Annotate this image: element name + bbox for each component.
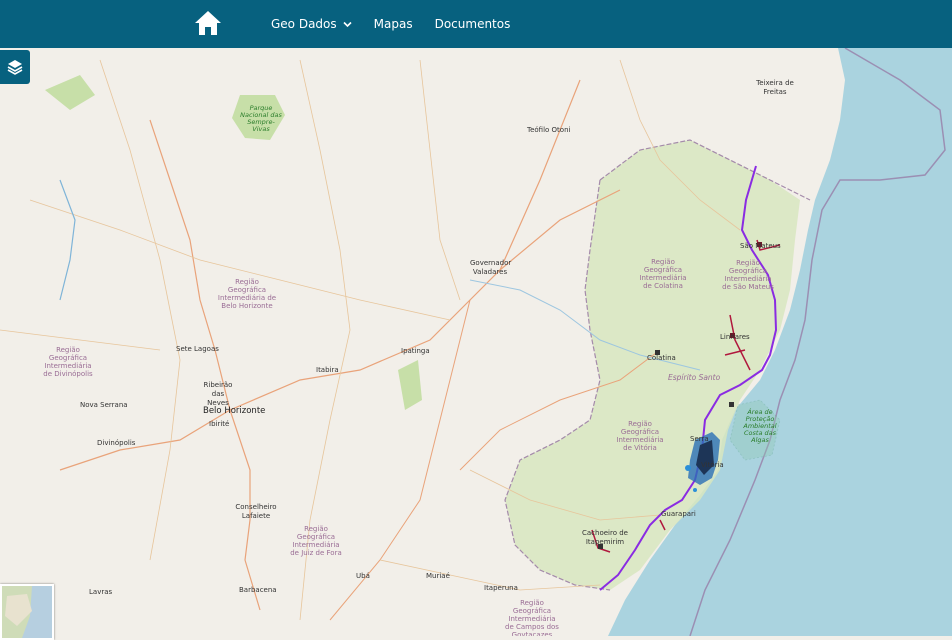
- minimap[interactable]: [0, 584, 54, 640]
- label-itabira: Itabira: [316, 366, 339, 374]
- label-teixeira: Teixeira de Freitas: [756, 79, 794, 96]
- label-apa: Área de Proteção Ambiental Costa das Alg…: [743, 408, 777, 444]
- label-nova-serrana: Nova Serrana: [80, 401, 128, 409]
- label-guarapari: Guarapari: [661, 510, 696, 518]
- label-itaperuna: Itaperuna: [484, 584, 518, 592]
- label-belo-horizonte: Belo Horizonte: [203, 406, 266, 416]
- label-reg-campos: Região Geográfica Intermediária de Campo…: [505, 599, 559, 636]
- nav-documentos[interactable]: Documentos: [435, 17, 511, 31]
- label-reg-bh: Região Geográfica Intermediária de Belo …: [217, 278, 277, 310]
- label-reg-sao-mateus: Região Geográfica Intermediária de São M…: [722, 259, 774, 291]
- label-sao-mateus: São Mateus: [740, 242, 781, 250]
- label-cachoeiro: Cachoeiro de Itapemirim: [582, 529, 628, 546]
- top-navbar: Geo Dados Mapas Documentos: [0, 0, 952, 48]
- label-serra: Serra: [690, 435, 709, 443]
- label-reg-colatina: Região Geográfica Intermediária de Colat…: [639, 258, 687, 290]
- label-sete-lagoas: Sete Lagoas: [176, 345, 219, 353]
- map-canvas[interactable]: Teixeira de Freitas Teófilo Otoni Govern…: [0, 48, 952, 636]
- map-tiles: [0, 48, 952, 636]
- label-linhares: Linhares: [720, 333, 750, 341]
- chevron-down-icon: [343, 21, 352, 27]
- main-nav: Geo Dados Mapas Documentos: [271, 0, 510, 48]
- layers-button[interactable]: [0, 50, 30, 84]
- label-barbacena: Barbacena: [239, 586, 277, 594]
- nav-mapas[interactable]: Mapas: [374, 17, 413, 31]
- label-parque: Parque Nacional das Sempre-Vivas: [240, 104, 282, 133]
- label-muriae: Muriaé: [426, 572, 450, 580]
- label-reg-juiz: Região Geográfica Intermediária de Juiz …: [290, 525, 342, 557]
- label-ibirite: Ibirité: [209, 420, 230, 428]
- label-ribeirao: Ribeirão das Neves: [203, 381, 233, 407]
- layers-icon: [7, 60, 23, 75]
- label-governador: Governador Valadares: [470, 259, 512, 276]
- label-teofilo: Teófilo Otoni: [527, 126, 571, 134]
- home-icon[interactable]: [193, 8, 223, 38]
- label-reg-divinopolis: Região Geográfica Intermediária de Divin…: [43, 346, 93, 378]
- label-vitoria: Vitória: [701, 461, 724, 469]
- label-lavras: Lavras: [89, 588, 113, 596]
- nav-geo-dados-label: Geo Dados: [271, 17, 337, 31]
- nav-geo-dados[interactable]: Geo Dados: [271, 17, 352, 31]
- label-uba: Ubá: [356, 572, 370, 580]
- minimap-tiles: [2, 586, 52, 638]
- label-colatina: Colatina: [647, 354, 676, 362]
- label-reg-vitoria: Região Geográfica Intermediária de Vitór…: [616, 420, 664, 452]
- label-conselheiro: Conselheiro Lafaiete: [235, 503, 277, 520]
- label-espirito-santo: Espírito Santo: [668, 373, 721, 382]
- label-ipatinga: Ipatinga: [401, 347, 430, 355]
- label-divinopolis: Divinópolis: [97, 439, 136, 447]
